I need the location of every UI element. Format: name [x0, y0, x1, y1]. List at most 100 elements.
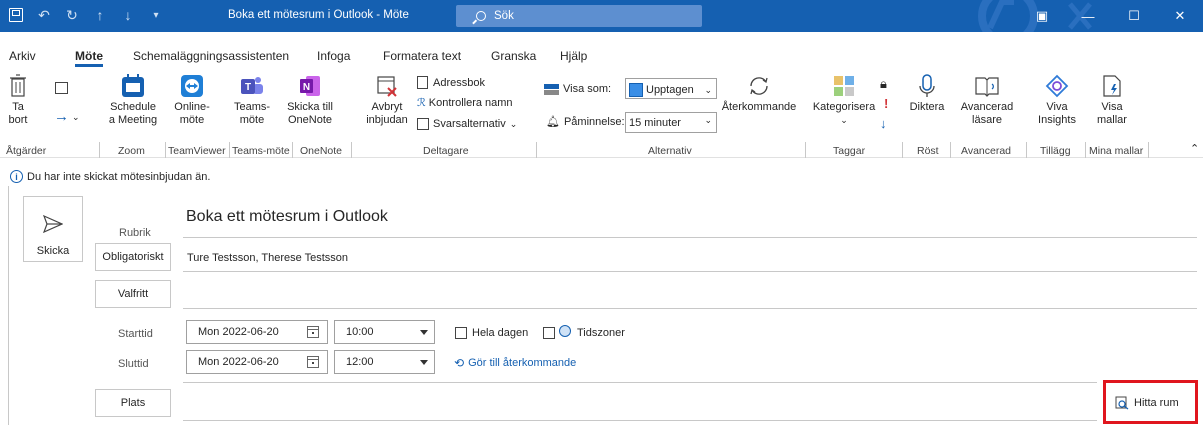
teams-meeting-button[interactable]: T Teams- möte: [230, 74, 274, 127]
chevron-down-icon: ⌄: [704, 84, 712, 95]
start-time-field[interactable]: 10:00: [334, 320, 435, 344]
tab-arkiv[interactable]: Arkiv: [9, 49, 36, 63]
recurrence-icon: [750, 77, 768, 95]
delete-label-1: Ta: [12, 101, 24, 113]
cancel-invitation-button[interactable]: Avbryt inbjudan: [364, 74, 410, 127]
redo-icon[interactable]: ↻: [64, 6, 80, 24]
private-lock-icon[interactable]: 🔒︎: [880, 76, 887, 92]
end-time-label: Sluttid: [118, 358, 149, 370]
customize-qat-icon[interactable]: ▾: [148, 6, 164, 24]
calendar-icon[interactable]: [307, 356, 319, 368]
view-templates-label-2: mallar: [1097, 114, 1127, 126]
schedule-meeting-button[interactable]: Schedule a Meeting: [106, 74, 160, 127]
view-templates-button[interactable]: Visa mallar: [1090, 74, 1134, 127]
onenote-icon: N: [300, 76, 320, 96]
tab-infoga[interactable]: Infoga: [317, 49, 350, 63]
arrow-up-icon[interactable]: ↑: [92, 6, 108, 24]
dictate-button[interactable]: Diktera: [900, 74, 954, 114]
send-button[interactable]: Skicka: [23, 196, 83, 262]
viva-insights-label-2: Insights: [1038, 114, 1076, 126]
reminder-row: 🔔︎ Påminnelse:: [546, 115, 625, 129]
maximize-button[interactable]: ☐: [1111, 0, 1157, 32]
online-meeting-label-2: möte: [179, 114, 205, 126]
group-label-taggar: Taggar: [833, 145, 866, 157]
delete-button[interactable]: Ta bort: [6, 74, 30, 127]
make-recurring-link[interactable]: ⟲ Gör till återkommande: [454, 356, 576, 370]
viva-insights-icon: [1045, 74, 1069, 98]
immersive-reader-button[interactable]: Avancerad läsare: [956, 74, 1018, 127]
high-importance-icon[interactable]: !: [884, 96, 888, 111]
chevron-down-icon: ⌄: [840, 115, 848, 125]
tab-mote[interactable]: Möte: [75, 49, 103, 67]
send-to-onenote-button[interactable]: N Skicka till OneNote: [284, 74, 336, 127]
dropdown-arrow-icon[interactable]: [420, 360, 428, 365]
categorize-icon: [834, 76, 854, 96]
group-label-teams-mote: Teams-möte: [232, 145, 290, 157]
group-label-zoom: Zoom: [118, 145, 145, 157]
group-separator: [902, 142, 903, 158]
calendar-icon: [122, 74, 144, 97]
immersive-reader-icon: [975, 77, 999, 97]
show-as-value: Upptagen: [646, 84, 694, 96]
group-separator: [351, 142, 352, 158]
ribbon-display-options-icon[interactable]: ▣: [1019, 0, 1065, 32]
start-date-value: Mon 2022-06-20: [198, 326, 279, 338]
make-recurring-label: Gör till återkommande: [468, 357, 577, 369]
response-options-button[interactable]: Svarsalternativ ⌄: [417, 118, 517, 130]
forward-icon[interactable]: →: [54, 108, 69, 125]
optional-attendees-button[interactable]: Valfritt: [95, 280, 171, 308]
search-box[interactable]: Sök: [456, 5, 702, 27]
reminder-select[interactable]: 15 minuter ⌄: [625, 112, 717, 133]
end-time-field[interactable]: 12:00: [334, 350, 435, 374]
response-options-label: Svarsalternativ: [433, 118, 506, 130]
low-importance-icon[interactable]: ↓: [880, 116, 887, 131]
subject-field[interactable]: Boka ett mötesrum i Outlook: [186, 208, 388, 226]
info-bar: i Du har inte skickat mötesinbjudan än.: [10, 170, 210, 183]
dropdown-arrow-icon[interactable]: [420, 330, 428, 335]
room-finder-icon: [1115, 396, 1129, 410]
tab-hjalp[interactable]: Hjälp: [560, 49, 587, 63]
delete-label-2: bort: [8, 114, 28, 126]
address-book-button[interactable]: Adressbok: [417, 76, 485, 89]
svg-text:N: N: [303, 82, 310, 93]
tab-granska[interactable]: Granska: [491, 49, 536, 63]
viva-insights-label-1: Viva: [1046, 101, 1068, 113]
end-date-field[interactable]: Mon 2022-06-20: [186, 350, 328, 374]
online-meeting-button[interactable]: Online- möte: [170, 74, 214, 127]
group-separator: [1148, 142, 1149, 158]
microphone-icon: [919, 74, 935, 97]
minimize-button[interactable]: —: [1065, 0, 1111, 32]
undo-icon[interactable]: ↶: [36, 6, 52, 24]
immersive-reader-label-1: Avancerad: [960, 101, 1014, 113]
calendar-icon[interactable]: [307, 326, 319, 338]
time-zones-checkbox[interactable]: [543, 327, 555, 339]
recurrence-button[interactable]: Återkommande: [718, 74, 800, 114]
room-finder-button[interactable]: Hitta rum: [1115, 396, 1179, 410]
forward-dropdown-icon[interactable]: ⌄: [72, 112, 80, 123]
check-names-button[interactable]: ℛ Kontrollera namn: [417, 96, 513, 110]
tab-scheduling-assistant[interactable]: Schemaläggningsassistenten: [133, 49, 289, 63]
viva-insights-button[interactable]: Viva Insights: [1032, 74, 1082, 127]
location-button[interactable]: Plats: [95, 389, 171, 417]
calendar-small-icon[interactable]: [55, 82, 68, 94]
time-separator: [183, 382, 1097, 383]
tab-formatera-text[interactable]: Formatera text: [383, 49, 461, 63]
required-attendees-button[interactable]: Obligatoriskt: [95, 243, 171, 271]
chevron-down-icon: ⌄: [704, 115, 712, 125]
show-as-label: Visa som:: [563, 83, 612, 95]
title-bar: ↶ ↻ ↑ ↓ ▾ Boka ett mötesrum i Outlook - …: [0, 0, 1203, 32]
collapse-ribbon-icon[interactable]: ⌃: [1190, 142, 1199, 155]
start-date-field[interactable]: Mon 2022-06-20: [186, 320, 328, 344]
required-attendees-field[interactable]: Ture Testsson, Therese Testsson: [187, 252, 348, 264]
check-names-label: Kontrollera namn: [428, 96, 513, 109]
all-day-label: Hela dagen: [472, 327, 529, 339]
search-icon: [476, 11, 486, 21]
show-as-select[interactable]: Upptagen ⌄: [625, 78, 717, 99]
all-day-checkbox[interactable]: [455, 327, 467, 339]
schedule-label-1: Schedule: [110, 101, 156, 113]
categorize-button[interactable]: Kategorisera ⌄: [810, 74, 878, 127]
save-icon[interactable]: [8, 6, 24, 24]
arrow-down-icon[interactable]: ↓: [120, 6, 136, 24]
ribbon: Ta bort → ⌄ Schedule a Meeting Online- m…: [0, 68, 1203, 158]
close-button[interactable]: ✕: [1157, 0, 1203, 32]
